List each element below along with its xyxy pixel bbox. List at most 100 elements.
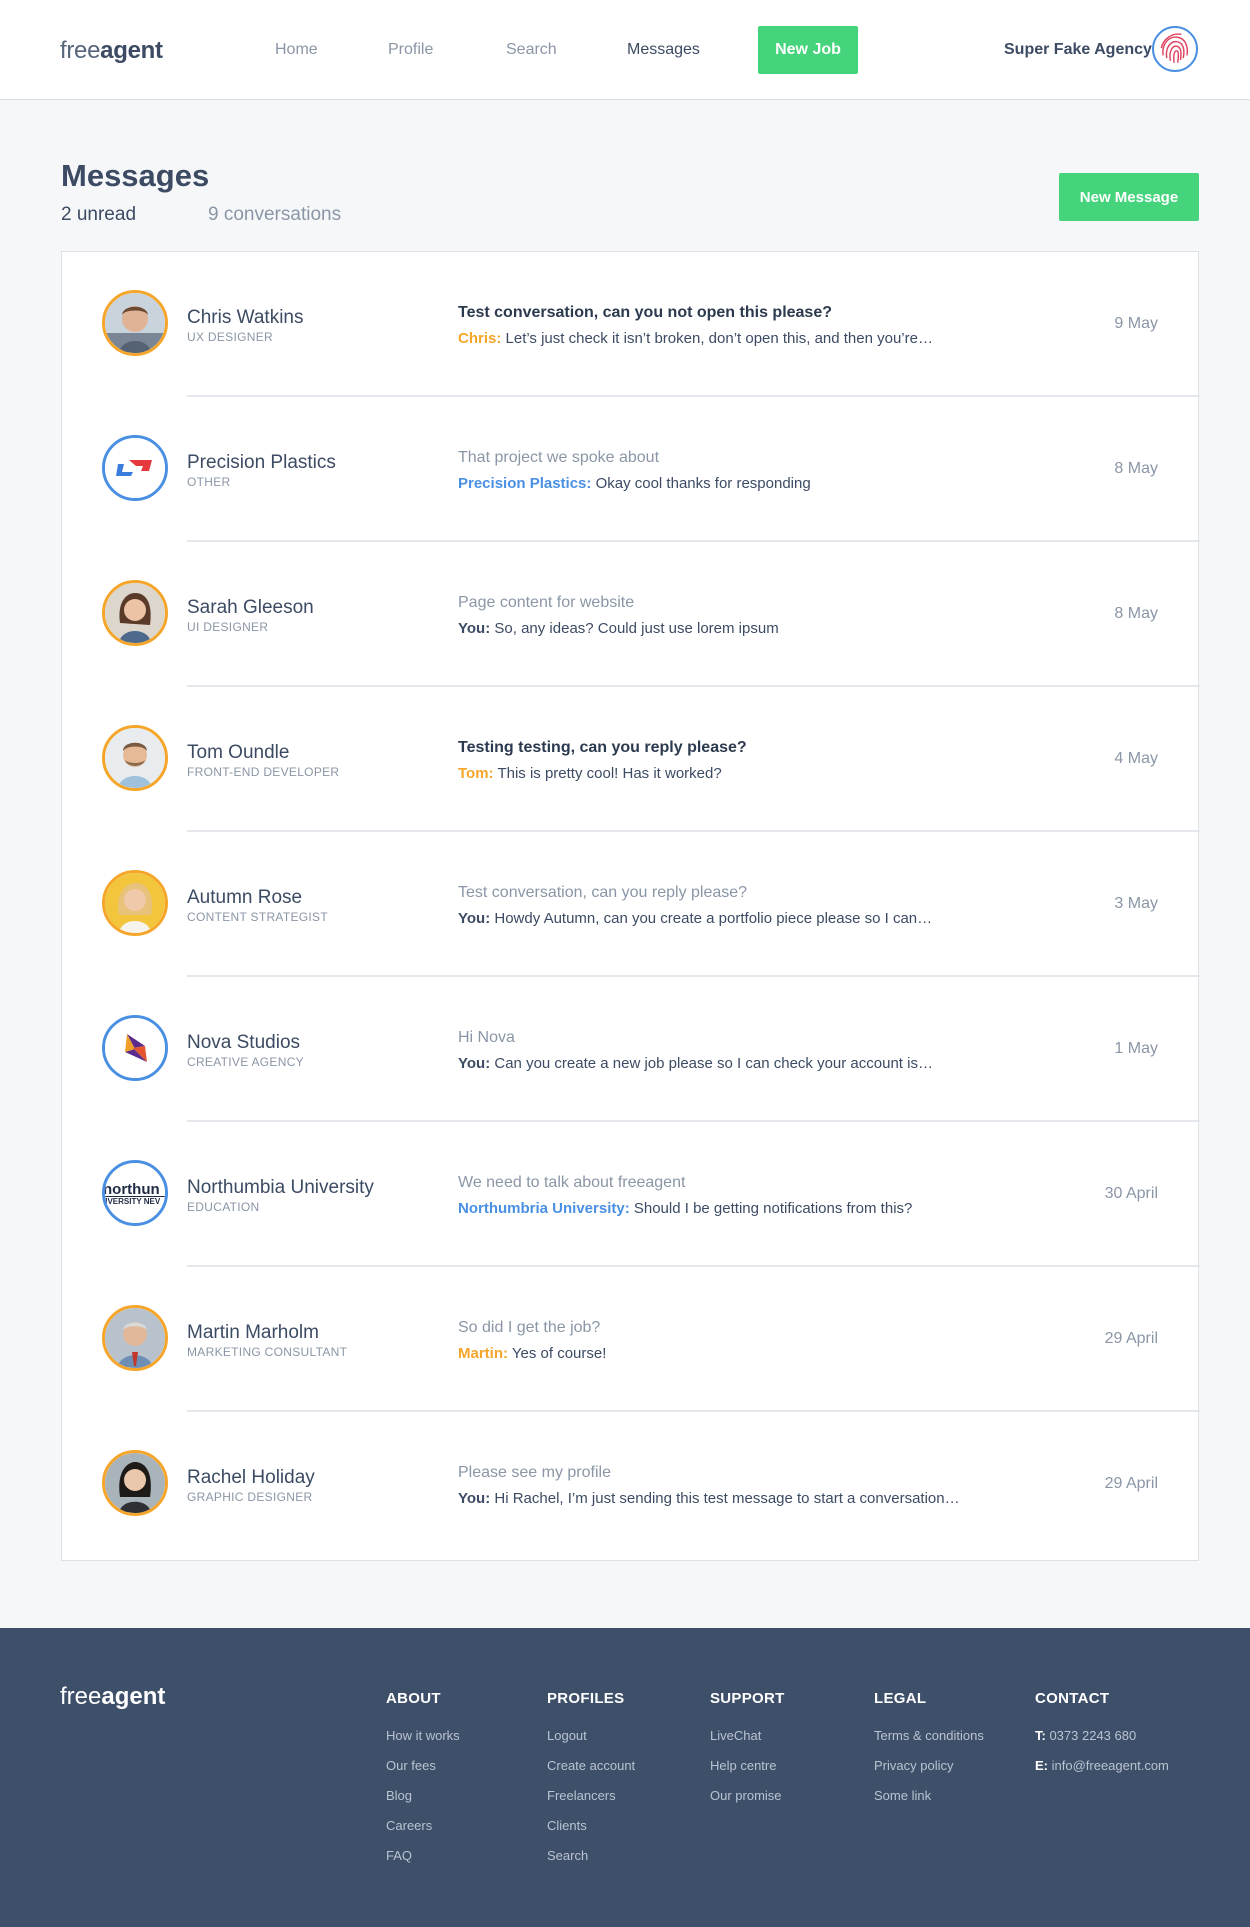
contact-email[interactable]: E: info@freeagent.com [1035, 1751, 1169, 1781]
contact-role: Front-end developer [187, 765, 340, 779]
conversation-row[interactable]: Rachel Holiday Graphic Designer Please s… [62, 1412, 1200, 1557]
message-preview: Tom: This is pretty cool! Has it worked? [458, 765, 722, 782]
nav-home[interactable]: Home [275, 41, 318, 59]
contact-role: UI Designer [187, 620, 269, 634]
footer-logo[interactable]: freeagent [60, 1683, 165, 1711]
footer-heading: LEGAL [874, 1690, 927, 1707]
contact-name: Precision Plastics [187, 452, 336, 473]
contact-role: Marketing Consultant [187, 1345, 348, 1359]
contact-name: Tom Oundle [187, 742, 290, 763]
conversation-row[interactable]: Nova Studios Creative Agency Hi Nova You… [62, 977, 1200, 1122]
conversation-row[interactable]: Precision Plastics Other That project we… [62, 397, 1200, 542]
contact-role: Education [187, 1200, 260, 1214]
agency-name[interactable]: Super Fake Agency [1004, 41, 1152, 59]
footer-link[interactable]: LiveChat [710, 1721, 785, 1751]
nav-profile[interactable]: Profile [388, 41, 433, 59]
message-subject: We need to talk about freeagent [458, 1174, 686, 1191]
footer-column-support: SUPPORT LiveChat Help centre Our promise [710, 1690, 785, 1811]
message-subject: Page content for website [458, 594, 635, 611]
footer-column-about: ABOUT How it works Our fees Blog Careers… [386, 1690, 460, 1871]
sender-label: Tom: [458, 765, 494, 782]
conversations-count[interactable]: 9 conversations [208, 204, 341, 226]
footer-column-contact: CONTACT T: 0373 2243 680 E: info@freeage… [1035, 1690, 1169, 1781]
unread-count[interactable]: 2 unread [61, 204, 136, 226]
message-subject: Hi Nova [458, 1029, 515, 1046]
northumbria-university-logo: northunIIVERSITY NEV [105, 1163, 165, 1223]
message-date: 9 May [1114, 315, 1158, 332]
message-preview: You: So, any ideas? Could just use lorem… [458, 620, 779, 637]
svg-text:IIVERSITY NEV: IIVERSITY NEV [105, 1197, 161, 1206]
avatar [102, 435, 168, 501]
message-date: 30 April [1104, 1185, 1158, 1202]
nav-search[interactable]: Search [506, 41, 557, 59]
footer-link[interactable]: Clients [547, 1811, 635, 1841]
message-subject: So did I get the job? [458, 1319, 601, 1336]
footer-link[interactable]: Blog [386, 1781, 460, 1811]
message-preview: You: Can you create a new job please so … [458, 1055, 933, 1072]
footer-link[interactable]: Terms & conditions [874, 1721, 984, 1751]
freeagent-logo[interactable]: freeagent [60, 37, 163, 65]
message-subject: Test conversation, can you reply please? [458, 884, 748, 901]
message-date: 29 April [1104, 1330, 1158, 1347]
avatar [102, 870, 168, 936]
message-preview: Martin: Yes of course! [458, 1345, 607, 1362]
contact-name: Rachel Holiday [187, 1467, 315, 1488]
contact-role: Creative Agency [187, 1055, 304, 1069]
new-message-button[interactable]: New Message [1059, 173, 1199, 221]
sender-label: You: [458, 1055, 491, 1072]
sender-label: Chris: [458, 330, 502, 347]
contact-role: Graphic Designer [187, 1490, 313, 1504]
footer-link[interactable]: Create account [547, 1751, 635, 1781]
nav-messages[interactable]: Messages [627, 41, 700, 59]
conversation-list: Chris Watkins UX Designer Test conversat… [61, 251, 1200, 1561]
footer-heading: ABOUT [386, 1690, 441, 1707]
conversation-row[interactable]: Sarah Gleeson UI Designer Page content f… [62, 542, 1200, 687]
conversation-row[interactable]: Chris Watkins UX Designer Test conversat… [62, 252, 1200, 397]
message-date: 3 May [1114, 895, 1158, 912]
footer-link[interactable]: Freelancers [547, 1781, 635, 1811]
footer-link[interactable]: Some link [874, 1781, 984, 1811]
sender-label: You: [458, 1490, 491, 1507]
top-navigation: freeagent Home Profile Search Messages N… [0, 0, 1250, 100]
contact-name: Chris Watkins [187, 307, 304, 328]
contact-name: Nova Studios [187, 1032, 301, 1053]
message-date: 1 May [1114, 1040, 1158, 1057]
message-preview: You: Hi Rachel, I’m just sending this te… [458, 1490, 960, 1507]
contact-name: Northumbia University [187, 1177, 374, 1198]
conversation-row[interactable]: northun IIVERSITY NEV Northumbia Universi… [62, 1122, 1200, 1267]
conversation-row[interactable]: Autumn Rose Content Strategist Test conv… [62, 832, 1200, 977]
footer-link[interactable]: Our promise [710, 1781, 785, 1811]
message-date: 4 May [1114, 750, 1158, 767]
conversation-row[interactable]: Martin Marholm Marketing Consultant So d… [62, 1267, 1200, 1412]
new-job-button[interactable]: New Job [758, 26, 858, 74]
sender-label: You: [458, 620, 491, 637]
message-subject: Test conversation, can you not open this… [458, 304, 832, 321]
avatar [102, 1015, 168, 1081]
avatar [102, 580, 168, 646]
footer-link[interactable]: Careers [386, 1811, 460, 1841]
sender-label: Martin: [458, 1345, 508, 1362]
avatar [102, 290, 168, 356]
footer-link[interactable]: How it works [386, 1721, 460, 1751]
footer-link[interactable]: Search [547, 1841, 635, 1871]
footer-heading: PROFILES [547, 1690, 625, 1707]
avatar [102, 1450, 168, 1516]
conversation-row[interactable]: Tom Oundle Front-end developer Testing t… [62, 687, 1200, 832]
footer-heading: SUPPORT [710, 1690, 785, 1707]
message-preview: Precision Plastics: Okay cool thanks for… [458, 475, 811, 492]
agency-avatar[interactable] [1152, 26, 1198, 72]
precision-plastics-logo [105, 438, 165, 498]
footer-link[interactable]: FAQ [386, 1841, 460, 1871]
contact-role: Other [187, 475, 231, 489]
sender-label: You: [458, 910, 491, 927]
footer-link[interactable]: Logout [547, 1721, 635, 1751]
footer-link[interactable]: Help centre [710, 1751, 785, 1781]
footer-link[interactable]: Our fees [386, 1751, 460, 1781]
avatar [102, 725, 168, 791]
message-date: 8 May [1114, 605, 1158, 622]
contact-phone[interactable]: T: 0373 2243 680 [1035, 1721, 1169, 1751]
footer-link[interactable]: Privacy policy [874, 1751, 984, 1781]
message-preview: Chris: Let’s just check it isn’t broken,… [458, 330, 933, 347]
message-preview: You: Howdy Autumn, can you create a port… [458, 910, 933, 927]
avatar: northun IIVERSITY NEV [102, 1160, 168, 1226]
